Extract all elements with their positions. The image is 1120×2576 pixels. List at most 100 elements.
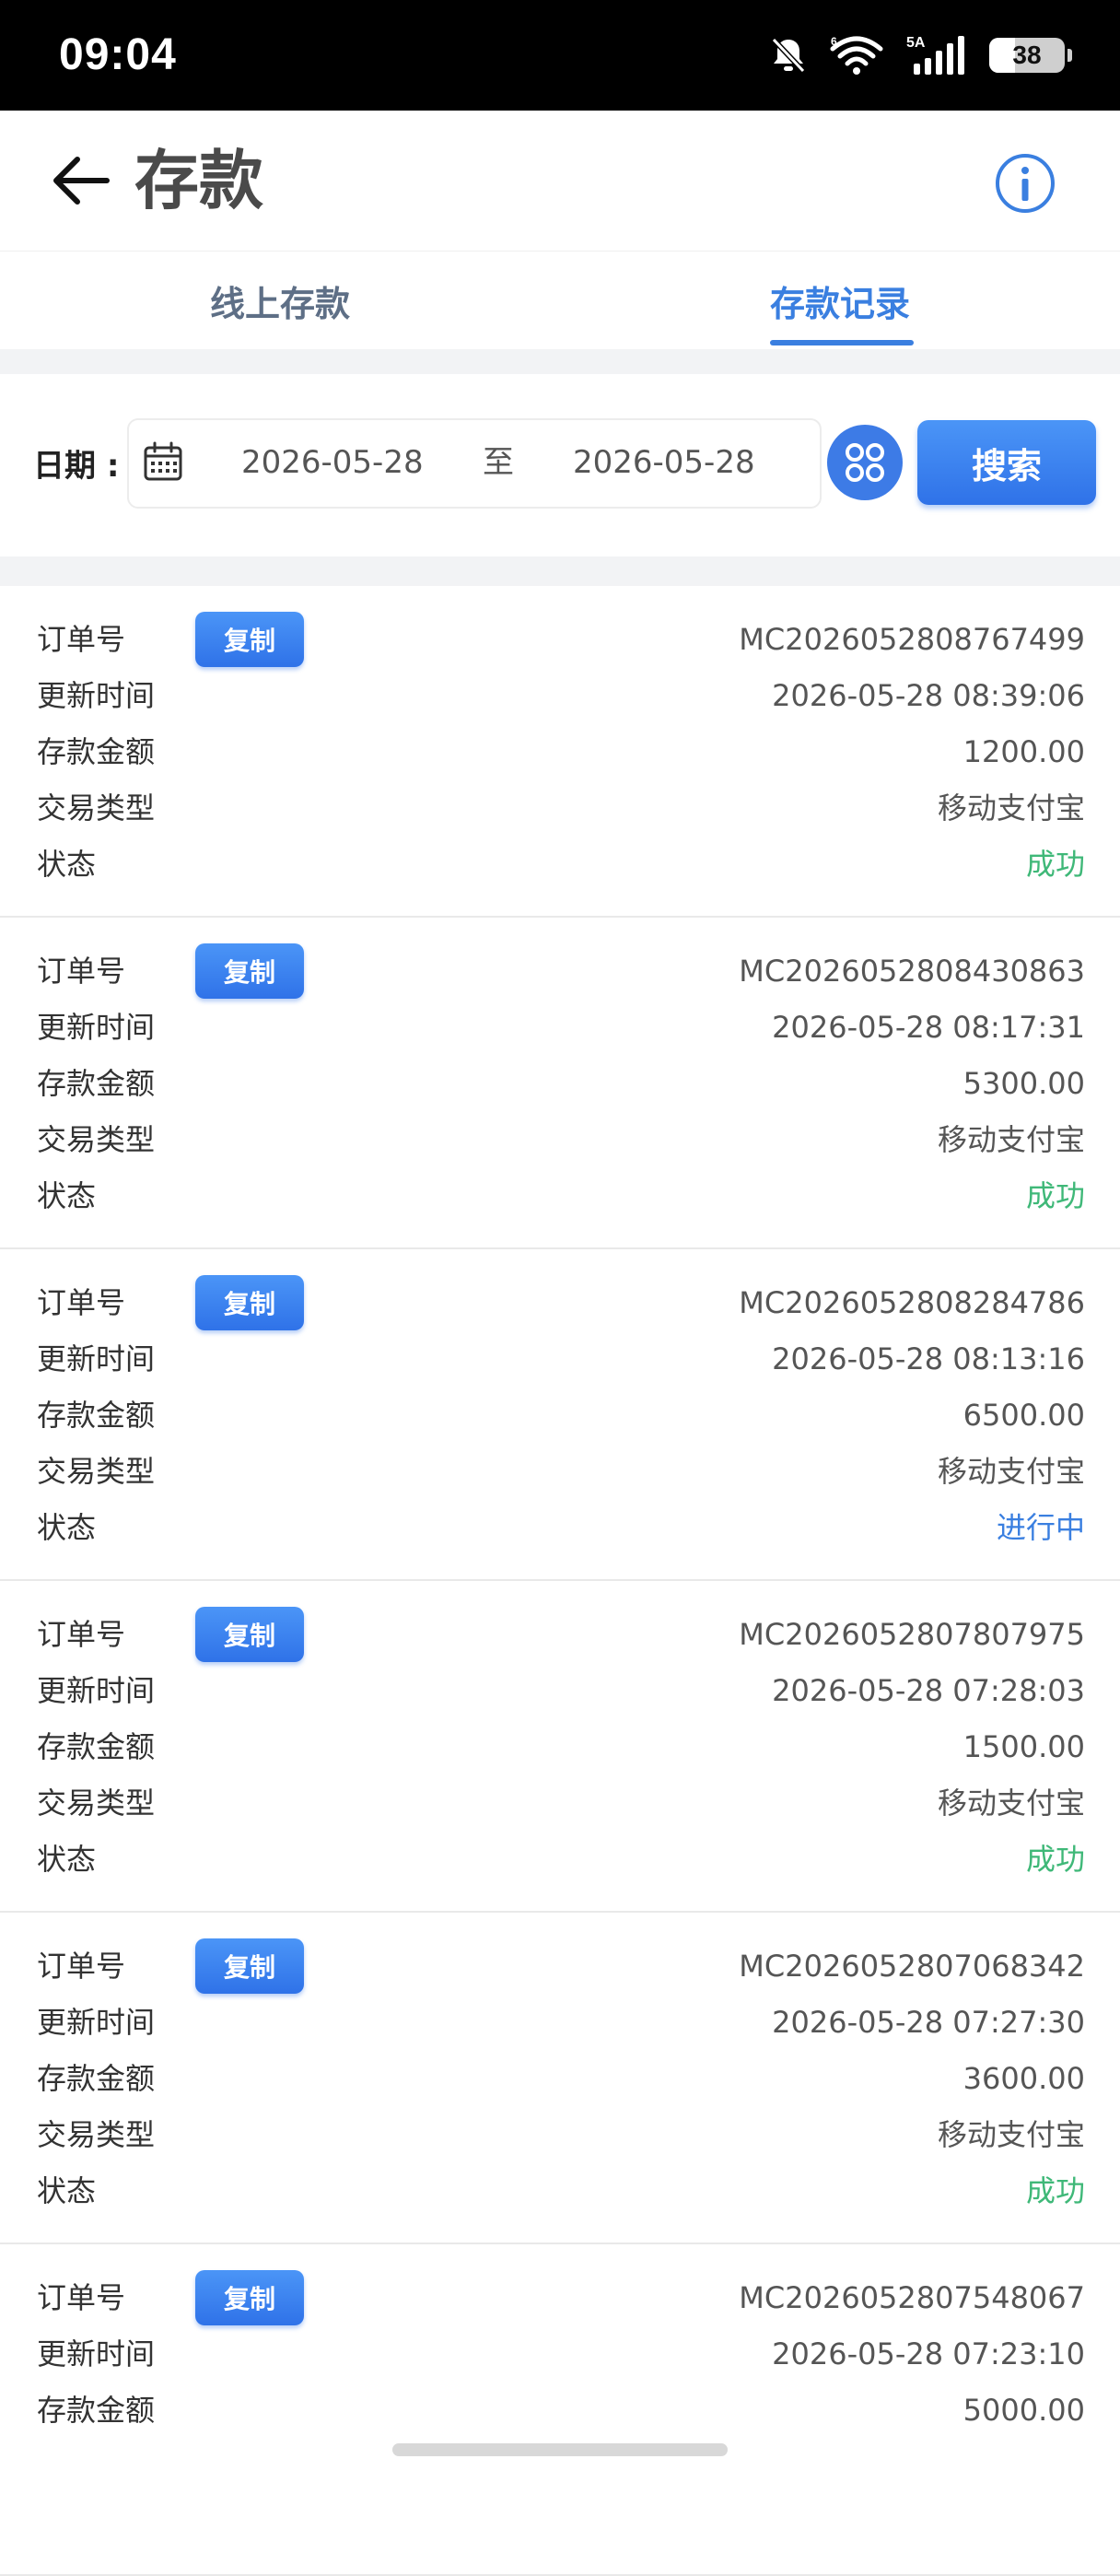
battery-icon: 38 [989, 38, 1072, 73]
status-label: 状态 [37, 2173, 97, 2208]
type-row: 交易类型 移动支付宝 [0, 1112, 1120, 1168]
status-row: 状态 成功 [0, 2163, 1120, 2219]
type-label: 交易类型 [37, 1786, 156, 1821]
search-button[interactable]: 搜索 [917, 420, 1096, 505]
info-icon[interactable] [995, 153, 1056, 214]
record-card: 订单号 复制 MC2026052807548067 更新时间 2026-05-2… [0, 2244, 1120, 2576]
amount-value: 1500.00 [962, 1729, 1085, 1764]
type-row: 交易类型 移动支付宝 [0, 780, 1120, 837]
date-label: 日期 : [33, 448, 120, 485]
status-label: 状态 [37, 1178, 97, 1213]
type-row: 交易类型 移动支付宝 [0, 1444, 1120, 1500]
back-arrow-icon[interactable] [48, 147, 114, 214]
date-range-picker[interactable]: 2026-05-28 至 2026-05-28 [127, 418, 822, 509]
updated-time: 2026-05-28 07:27:30 [772, 2005, 1085, 2040]
updated-row: 更新时间 2026-05-28 07:28:03 [0, 1663, 1120, 1719]
order-row: 订单号 复制 MC2026052807548067 [0, 2270, 1120, 2326]
copy-button[interactable]: 复制 [195, 1275, 304, 1330]
date-range-separator: 至 [483, 444, 514, 481]
amount-row: 存款金额 5300.00 [0, 1056, 1120, 1112]
updated-label: 更新时间 [37, 1341, 156, 1376]
order-id: MC2026052807807975 [739, 1617, 1085, 1652]
amount-label: 存款金额 [37, 1398, 156, 1433]
type-value: 移动支付宝 [937, 2117, 1085, 2152]
copy-button[interactable]: 复制 [195, 2270, 304, 2325]
updated-time: 2026-05-28 07:23:10 [772, 2336, 1085, 2371]
home-indicator[interactable] [392, 2443, 728, 2456]
battery-level: 38 [1012, 41, 1042, 69]
amount-row: 存款金额 1200.00 [0, 724, 1120, 780]
cellular-signal-icon: 5A [906, 35, 964, 75]
order-id: MC2026052808767499 [739, 622, 1085, 657]
deposit-record-list: 订单号 复制 MC2026052808767499 更新时间 2026-05-2… [0, 586, 1120, 2576]
status-icons: 6 5A 38 [770, 28, 1072, 83]
order-label: 订单号 [37, 1285, 126, 1320]
amount-row: 存款金额 1500.00 [0, 1719, 1120, 1775]
order-row: 订单号 复制 MC2026052807068342 [0, 1938, 1120, 1995]
order-label: 订单号 [37, 622, 126, 657]
record-card: 订单号 复制 MC2026052807807975 更新时间 2026-05-2… [0, 1581, 1120, 1913]
order-id: MC2026052808284786 [739, 1285, 1085, 1320]
order-label: 订单号 [37, 1617, 126, 1652]
type-label: 交易类型 [37, 1122, 156, 1157]
type-value: 移动支付宝 [937, 1122, 1085, 1157]
updated-row: 更新时间 2026-05-28 08:17:31 [0, 1000, 1120, 1056]
updated-row: 更新时间 2026-05-28 08:39:06 [0, 668, 1120, 724]
tab-bar: 线上存款 存款记录 [0, 251, 1120, 349]
type-label: 交易类型 [37, 2117, 156, 2152]
order-row: 订单号 复制 MC2026052808430863 [0, 943, 1120, 1000]
amount-label: 存款金额 [37, 1729, 156, 1764]
status-bar: 09:04 6 5A 38 [0, 0, 1120, 111]
copy-button[interactable]: 复制 [195, 612, 304, 667]
type-label: 交易类型 [37, 1454, 156, 1489]
status-label: 状态 [37, 1510, 97, 1545]
updated-time: 2026-05-28 07:28:03 [772, 1673, 1085, 1708]
record-card: 订单号 复制 MC2026052807068342 更新时间 2026-05-2… [0, 1913, 1120, 2244]
status-value: 成功 [1025, 1178, 1085, 1213]
copy-button[interactable]: 复制 [195, 1938, 304, 1994]
active-tab-indicator [770, 340, 914, 345]
updated-row: 更新时间 2026-05-28 07:27:30 [0, 1995, 1120, 2051]
network-type-label: 5A [906, 35, 926, 51]
amount-value: 5000.00 [962, 2393, 1085, 2428]
end-date-field[interactable]: 2026-05-28 [573, 442, 755, 483]
amount-label: 存款金额 [37, 1066, 156, 1101]
type-value: 移动支付宝 [937, 790, 1085, 825]
copy-button[interactable]: 复制 [195, 943, 304, 999]
amount-label: 存款金额 [37, 734, 156, 769]
order-id: MC2026052807548067 [739, 2280, 1085, 2315]
updated-label: 更新时间 [37, 678, 156, 713]
order-row: 订单号 复制 MC2026052808767499 [0, 612, 1120, 668]
start-date-field[interactable]: 2026-05-28 [241, 442, 424, 483]
type-row: 交易类型 移动支付宝 [0, 1775, 1120, 1832]
status-label: 状态 [37, 1842, 97, 1877]
tab-deposit-records[interactable]: 存款记录 [560, 252, 1120, 349]
status-row: 状态 成功 [0, 837, 1120, 893]
amount-label: 存款金额 [37, 2393, 156, 2428]
amount-label: 存款金额 [37, 2061, 156, 2096]
quick-range-button[interactable] [827, 425, 903, 500]
order-label: 订单号 [37, 954, 126, 989]
type-row: 交易类型 移动支付宝 [0, 2107, 1120, 2163]
updated-label: 更新时间 [37, 2005, 156, 2040]
type-value: 移动支付宝 [937, 1786, 1085, 1821]
page-title: 存款 [134, 143, 263, 218]
grid-circles-icon [846, 443, 884, 482]
record-card: 订单号 复制 MC2026052808767499 更新时间 2026-05-2… [0, 586, 1120, 918]
status-row: 状态 进行中 [0, 1500, 1120, 1556]
status-value: 进行中 [996, 1510, 1085, 1545]
order-label: 订单号 [37, 1949, 126, 1984]
svg-text:6: 6 [831, 35, 837, 48]
copy-button[interactable]: 复制 [195, 1607, 304, 1662]
calendar-icon [144, 441, 182, 481]
type-label: 交易类型 [37, 790, 156, 825]
updated-time: 2026-05-28 08:39:06 [772, 678, 1085, 713]
updated-label: 更新时间 [37, 1010, 156, 1045]
status-value: 成功 [1025, 1842, 1085, 1877]
amount-value: 1200.00 [962, 734, 1085, 769]
tab-online-deposit[interactable]: 线上存款 [0, 252, 560, 349]
type-value: 移动支付宝 [937, 1454, 1085, 1489]
app-header: 存款 [0, 111, 1120, 251]
updated-time: 2026-05-28 08:17:31 [772, 1010, 1085, 1045]
order-row: 订单号 复制 MC2026052808284786 [0, 1275, 1120, 1331]
